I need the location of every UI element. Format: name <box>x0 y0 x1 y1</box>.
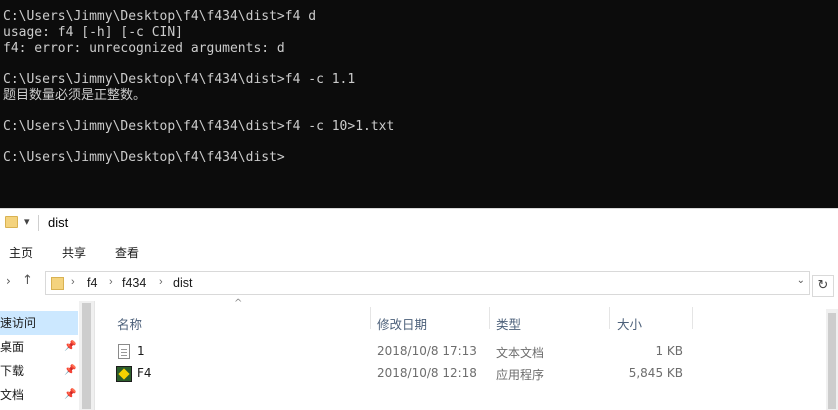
sidebar-item-label: 下载 <box>0 364 25 378</box>
console-line: f4: error: unrecognized arguments: d <box>3 41 285 56</box>
file-list: ^ 名称 修改日期 类型 大小 1 2018/10/8 17:13 文本文档 1… <box>96 298 838 410</box>
tab-view[interactable]: 查看 <box>115 244 139 261</box>
tab-home[interactable]: 主页 <box>9 244 33 261</box>
navigation-pane: 速访问 桌面 📌 下载 📌 文档 📌 <box>0 301 95 410</box>
console-line: 题目数量必须是正整数。 <box>3 88 147 103</box>
list-scrollbar-thumb[interactable] <box>828 313 836 409</box>
sidebar-item-documents[interactable]: 文档 📌 <box>0 383 78 407</box>
column-divider[interactable] <box>370 307 371 329</box>
column-divider[interactable] <box>489 307 490 329</box>
console-window[interactable]: C:\Users\Jimmy\Desktop\f4\f434\dist>f4 d… <box>0 0 838 208</box>
file-modified: 2018/10/8 12:18 <box>377 366 477 380</box>
file-name: F4 <box>137 366 152 380</box>
divider <box>38 215 39 231</box>
file-type: 应用程序 <box>496 368 545 382</box>
up-arrow-icon[interactable]: ↑ <box>22 273 33 288</box>
column-header-size[interactable]: 大小 <box>617 314 642 333</box>
file-type: 文本文档 <box>496 346 545 360</box>
nav-scrollbar-thumb[interactable] <box>82 303 91 409</box>
ribbon-tabs: 主页 共享 查看 <box>0 239 838 265</box>
file-size: 1 KB <box>655 344 683 358</box>
console-line: C:\Users\Jimmy\Desktop\f4\f434\dist>f4 d <box>3 9 317 24</box>
column-header-name[interactable]: 名称 <box>117 314 142 333</box>
breadcrumb-dist[interactable]: dist <box>173 276 192 290</box>
console-scrollbar[interactable] <box>828 0 838 208</box>
pin-icon: 📌 <box>64 341 77 352</box>
chevron-right-icon[interactable]: › <box>109 276 113 288</box>
column-divider[interactable] <box>609 307 610 329</box>
breadcrumb-f434[interactable]: f434 <box>122 276 146 290</box>
console-line: C:\Users\Jimmy\Desktop\f4\f434\dist>f4 -… <box>3 72 356 87</box>
chevron-right-icon: › <box>71 276 75 288</box>
column-header-modified[interactable]: 修改日期 <box>377 314 427 333</box>
console-prompt[interactable]: C:\Users\Jimmy\Desktop\f4\f434\dist> <box>3 150 838 166</box>
sidebar-item-label: 桌面 <box>0 340 25 354</box>
address-row: › ↑ › f4 › f434 › dist ⌄ ↻ <box>0 265 838 301</box>
console-line: C:\Users\Jimmy\Desktop\f4\f434\dist>f4 -… <box>3 119 395 134</box>
sidebar-item-quick-access[interactable]: 速访问 <box>0 311 78 335</box>
file-modified: 2018/10/8 17:13 <box>377 344 477 358</box>
chevron-down-icon[interactable]: ⌄ <box>797 275 805 286</box>
column-divider[interactable] <box>692 307 693 329</box>
chevron-right-icon[interactable]: › <box>159 276 163 288</box>
recent-locations-icon[interactable]: › <box>6 274 11 288</box>
file-size: 5,845 KB <box>628 366 683 380</box>
pin-icon: 📌 <box>64 365 77 376</box>
sidebar-item-desktop[interactable]: 桌面 📌 <box>0 335 78 359</box>
breadcrumb-f4[interactable]: f4 <box>87 276 97 290</box>
folder-icon <box>5 216 18 228</box>
file-explorer-window: ▾ dist 主页 共享 查看 › ↑ › f4 › f434 › dist ⌄… <box>0 208 838 410</box>
text-document-icon <box>118 344 130 359</box>
quick-access-toolbar-dropdown[interactable]: ▾ <box>24 215 30 228</box>
title-bar: ▾ dist <box>0 209 838 237</box>
column-header-type[interactable]: 类型 <box>496 314 521 333</box>
file-row[interactable]: F4 2018/10/8 12:18 应用程序 5,845 KB <box>96 363 838 385</box>
file-name: 1 <box>137 344 145 358</box>
sort-ascending-icon: ^ <box>234 298 243 309</box>
folder-icon <box>51 277 64 290</box>
sidebar-item-downloads[interactable]: 下载 📌 <box>0 359 78 383</box>
pin-icon: 📌 <box>64 389 77 400</box>
sidebar-item-label: 速访问 <box>0 316 37 330</box>
sidebar-item-label: 文档 <box>0 388 25 402</box>
tab-share[interactable]: 共享 <box>62 244 86 261</box>
refresh-icon[interactable]: ↻ <box>812 275 834 297</box>
application-icon <box>116 366 132 382</box>
console-line: usage: f4 [-h] [-c CIN] <box>3 25 184 40</box>
address-bar[interactable]: › f4 › f434 › dist ⌄ <box>45 271 810 295</box>
file-row[interactable]: 1 2018/10/8 17:13 文本文档 1 KB <box>96 341 838 363</box>
window-title: dist <box>48 215 69 230</box>
